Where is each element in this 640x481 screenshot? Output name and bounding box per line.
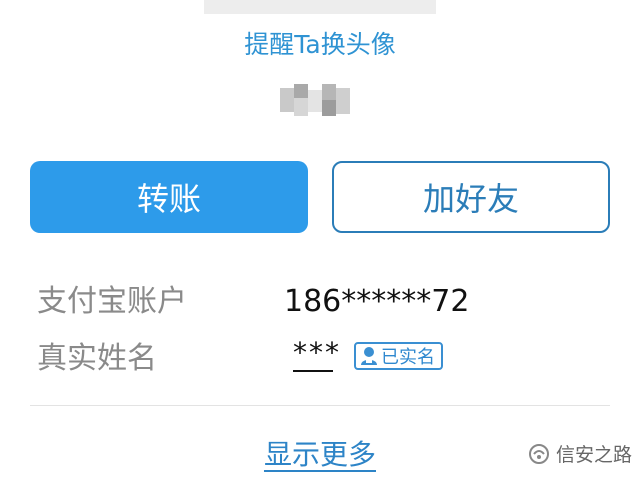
show-more-link[interactable]: 显示更多 [264,438,376,471]
real-name-value: *** [293,336,339,372]
wechat-official-account-icon [529,443,549,464]
remind-change-avatar-link[interactable]: 提醒Ta换头像 [0,28,640,62]
verified-badge: 已实名 [354,342,443,370]
account-label: 支付宝账户 [37,284,187,319]
add-friend-button[interactable]: 加好友 [332,161,610,233]
divider [30,405,610,406]
verified-badge-text: 已实名 [381,347,435,368]
person-icon [361,347,377,365]
real-name-label: 真实姓名 [37,341,157,376]
account-value: 186******72 [284,284,470,319]
nickname-pixelated [276,82,356,120]
avatar-area [204,0,436,14]
transfer-button[interactable]: 转账 [30,161,308,233]
watermark: 信安之路 [528,440,632,467]
watermark-text: 信安之路 [556,444,633,466]
